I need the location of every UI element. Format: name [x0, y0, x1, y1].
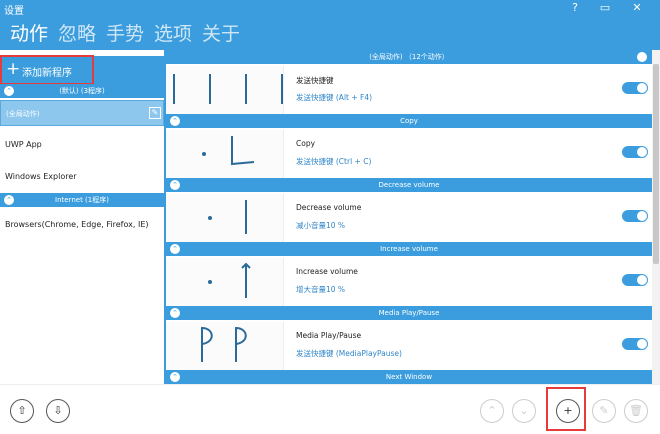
app-sidebar: + 添加新程序 ⌃ (默认) (3程序) (全局动作) ✎ UWP App Wi… — [0, 50, 164, 384]
window-title: 设置 — [4, 6, 24, 17]
collapse-icon: ⌃ — [170, 180, 180, 190]
scrollbar[interactable] — [652, 50, 660, 384]
gesture-thumbnail — [166, 194, 284, 242]
help-button[interactable]: ? — [568, 1, 582, 15]
highlight-box — [546, 387, 586, 431]
action-toggle[interactable] — [622, 338, 648, 350]
action-row[interactable]: Media Play/Pause 发送快捷键 (MediaPlayPause) — [166, 322, 652, 370]
tab-bar: 动作 忽略 手势 选项 关于 — [0, 18, 660, 50]
tab-actions[interactable]: 动作 — [10, 21, 48, 47]
scroll-thumb[interactable] — [653, 64, 659, 264]
action-list: (全局动作) （12个动作） 发送快捷键 发送快捷键 (Alt + F4) ⌃ … — [164, 50, 652, 384]
sidebar-item-browsers[interactable]: Browsers(Chrome, Edge, Firefox, IE) — [0, 212, 164, 238]
tab-ignore[interactable]: 忽略 — [58, 21, 96, 47]
tab-options[interactable]: 选项 — [154, 21, 192, 47]
sidebar-item-explorer[interactable]: Windows Explorer — [0, 164, 164, 190]
edit-action-button[interactable]: ✎ — [592, 399, 616, 423]
title-bar: 设置 ? ▭ ✕ — [0, 0, 660, 18]
action-description: 增大音量10 % — [296, 285, 346, 294]
action-description: 发送快捷键 (MediaPlayPause) — [296, 349, 402, 358]
action-name: Media Play/Pause — [296, 331, 362, 340]
gesture-thumbnail — [166, 130, 284, 178]
group-internet-header[interactable]: ⌃ Internet (1程序) — [0, 193, 164, 207]
action-description: 减小音量10 % — [296, 221, 346, 230]
sidebar-item-label: (全局动作) — [6, 110, 40, 118]
tab-gestures[interactable]: 手势 — [106, 21, 144, 47]
collapse-icon: ⌃ — [4, 86, 14, 96]
import-button[interactable]: ⇩ — [46, 399, 70, 423]
gesture-thumbnail — [166, 66, 284, 114]
gesture-thumbnail — [166, 322, 284, 370]
delete-action-button[interactable]: 🗑 — [624, 399, 648, 423]
action-row[interactable]: Copy 发送快捷键 (Ctrl + C) — [166, 130, 652, 178]
highlight-box — [0, 55, 94, 85]
global-header-label: (全局动作) （12个动作） — [369, 53, 449, 61]
action-header-label: Next Window — [385, 373, 433, 381]
action-header-label: Decrease volume — [378, 181, 440, 189]
collapse-icon: ⌃ — [170, 372, 180, 382]
edit-icon[interactable]: ✎ — [149, 107, 161, 119]
action-toggle[interactable] — [622, 274, 648, 286]
action-toggle[interactable] — [622, 210, 648, 222]
action-description: 发送快捷键 (Ctrl + C) — [296, 157, 372, 166]
action-header-label: Copy — [400, 117, 418, 125]
action-toggle[interactable] — [622, 82, 648, 94]
action-row[interactable]: Decrease volume 减小音量10 % — [166, 194, 652, 242]
footer-toolbar: ⇧ ⇩ ⌃ ⌄ + ✎ 🗑 — [0, 384, 660, 434]
move-down-button[interactable]: ⌄ — [512, 399, 536, 423]
action-name: 发送快捷键 — [296, 76, 334, 85]
action-header[interactable]: ⌃ Copy — [166, 114, 652, 128]
restore-button[interactable]: ▭ — [598, 1, 612, 15]
group-default-header[interactable]: ⌃ (默认) (3程序) — [0, 84, 164, 98]
action-header[interactable]: ⌃ Increase volume — [166, 242, 652, 256]
action-description: 发送快捷键 (Alt + F4) — [296, 93, 373, 102]
action-name: Copy — [296, 139, 316, 148]
action-name: Increase volume — [296, 267, 358, 276]
sidebar-item-label: Windows Explorer — [5, 172, 77, 181]
collapse-icon: ⌃ — [4, 195, 14, 205]
close-button[interactable]: ✕ — [630, 1, 644, 15]
action-header[interactable]: ⌃ Decrease volume — [166, 178, 652, 192]
action-header[interactable]: ⌃ Media Play/Pause — [166, 306, 652, 320]
tab-about[interactable]: 关于 — [202, 21, 240, 47]
collapse-icon: ⌃ — [170, 244, 180, 254]
action-header[interactable]: ⌃ Next Window — [166, 370, 652, 384]
action-name: Decrease volume — [296, 203, 362, 212]
group-label: Internet (1程序) — [55, 196, 109, 204]
sidebar-item-global[interactable]: (全局动作) ✎ — [0, 100, 164, 126]
action-row[interactable]: Increase volume 增大音量10 % — [166, 258, 652, 306]
global-toggle[interactable] — [622, 51, 648, 63]
group-label: (默认) (3程序) — [59, 87, 105, 95]
move-up-button[interactable]: ⌃ — [480, 399, 504, 423]
sidebar-item-label: Browsers(Chrome, Edge, Firefox, IE) — [5, 220, 149, 229]
sidebar-item-uwp[interactable]: UWP App — [0, 132, 164, 158]
action-row[interactable]: 发送快捷键 发送快捷键 (Alt + F4) — [166, 66, 652, 114]
export-button[interactable]: ⇧ — [10, 399, 34, 423]
action-header-label: Increase volume — [380, 245, 438, 253]
collapse-icon: ⌃ — [170, 308, 180, 318]
action-header-label: Media Play/Pause — [378, 309, 440, 317]
action-toggle[interactable] — [622, 146, 648, 158]
gesture-thumbnail — [166, 258, 284, 306]
global-actions-header: (全局动作) （12个动作） — [166, 50, 652, 64]
collapse-icon: ⌃ — [170, 116, 180, 126]
sidebar-item-label: UWP App — [5, 140, 42, 149]
